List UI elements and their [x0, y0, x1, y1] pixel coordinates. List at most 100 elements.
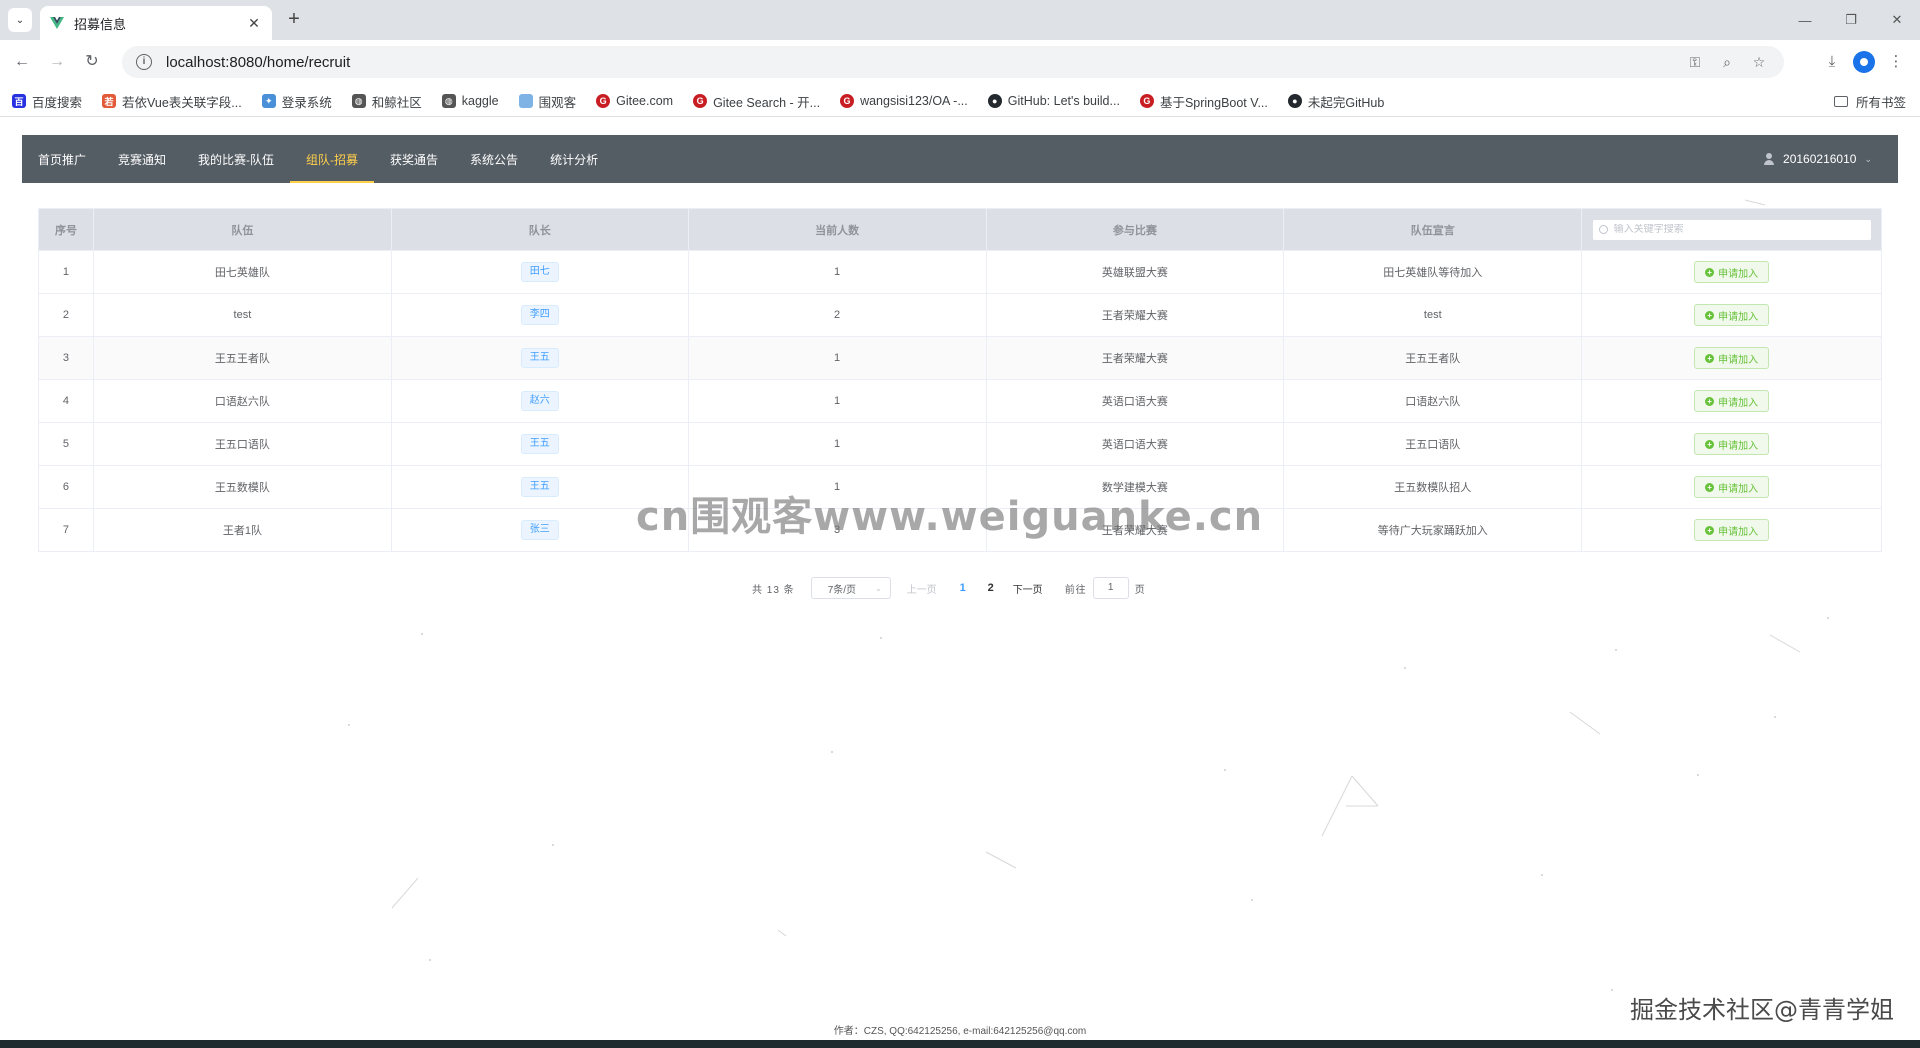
page-number-2[interactable]: 2: [977, 582, 1005, 594]
apply-join-button[interactable]: + 申请加入: [1694, 347, 1770, 369]
goto-page-input[interactable]: 1: [1092, 577, 1129, 599]
bookmark-item[interactable]: ● GitHub: Let's build...: [987, 94, 1120, 108]
bookmark-item[interactable]: 若若依Vue表关联字段...: [102, 92, 242, 111]
user-menu[interactable]: 20160216010 ⌄: [1763, 135, 1898, 183]
zoom-icon[interactable]: ⌕: [1716, 54, 1738, 71]
apply-join-button[interactable]: + 申请加入: [1694, 261, 1770, 283]
leader-cell: 王五: [392, 423, 689, 465]
chrome-divider: [0, 116, 1920, 117]
goto-label: 前往: [1064, 584, 1087, 596]
github-icon: ●: [987, 94, 1002, 108]
corner-watermark: 掘金技术社区@青青学姐: [1630, 996, 1894, 1024]
team-name: 田七英雄队: [94, 251, 392, 293]
back-button[interactable]: ←: [10, 50, 34, 74]
address-bar[interactable]: i localhost:8080/home/recruit ⚿ ⌕ ☆: [122, 46, 1784, 78]
bookmark-item[interactable]: G 基于SpringBoot V...: [1139, 92, 1268, 111]
apply-join-button[interactable]: + 申请加入: [1694, 304, 1770, 326]
leader-cell: 田七: [392, 251, 689, 293]
row-index: 1: [39, 251, 94, 293]
baidu-icon: 百: [12, 94, 26, 108]
nav-item-awards[interactable]: 获奖通告: [374, 135, 454, 183]
row-index: 6: [39, 466, 94, 508]
bookmark-star-icon[interactable]: ☆: [1748, 54, 1770, 71]
window-controls: — ❐ ✕: [1782, 0, 1920, 40]
nav-item-my-teams[interactable]: 我的比赛-队伍: [182, 135, 290, 183]
gitee-icon: G: [693, 94, 708, 108]
leader-tag: 王五: [520, 348, 559, 368]
table-header-row: 序号 队伍 队长 当前人数 参与比赛 队伍宣言: [39, 209, 1883, 251]
nav-item-home[interactable]: 首页推广: [22, 135, 102, 183]
password-key-icon[interactable]: ⚿: [1684, 54, 1706, 71]
site-info-icon[interactable]: i: [136, 54, 152, 70]
minimize-button[interactable]: —: [1782, 0, 1828, 40]
bookmark-item[interactable]: ✦ 登录系统: [261, 92, 332, 111]
tab-close-icon[interactable]: ✕: [246, 15, 262, 32]
team-name: 口语赵六队: [94, 380, 392, 422]
apply-join-button[interactable]: + 申请加入: [1694, 519, 1770, 541]
download-icon[interactable]: ⤓: [1816, 48, 1848, 76]
browser-tab[interactable]: 招募信息 ✕: [40, 6, 272, 40]
bookmark-item[interactable]: 围观客: [518, 92, 576, 111]
globe-icon: ◍: [441, 94, 456, 108]
plus-circle-icon: +: [1705, 482, 1715, 492]
action-cell: + 申请加入: [1582, 466, 1883, 508]
folder-icon: [1833, 95, 1848, 107]
column-header: 当前人数: [689, 209, 987, 250]
column-header: 队长: [392, 209, 689, 250]
apply-join-button[interactable]: + 申请加入: [1694, 390, 1770, 412]
leader-tag: 张三: [520, 520, 559, 540]
os-taskbar: [0, 1040, 1920, 1048]
prev-page-button[interactable]: 上一页: [907, 581, 937, 596]
contest-name: 英语口语大赛: [987, 423, 1285, 465]
close-window-button[interactable]: ✕: [1874, 0, 1920, 40]
menu-kebab-icon[interactable]: ⋮: [1880, 48, 1912, 76]
apply-join-button[interactable]: + 申请加入: [1694, 433, 1770, 455]
bookmark-item[interactable]: ◍ kaggle: [441, 94, 499, 108]
tab-title: 招募信息: [74, 16, 127, 32]
team-name: 王五口语队: [94, 423, 392, 465]
nav-item-contest-notice[interactable]: 竞赛通知: [102, 135, 182, 183]
bookmark-item[interactable]: ◍ 和鲸社区: [351, 92, 422, 111]
pagination: 共 13 条 7条/页 ⌄ 上一页 1 2 下一页 前往 1 页: [752, 576, 1145, 600]
page-size-select[interactable]: 7条/页 ⌄: [810, 577, 891, 599]
next-page-button[interactable]: 下一页: [1013, 581, 1043, 596]
username: 20160216010: [1783, 152, 1857, 166]
column-header: 序号: [39, 209, 94, 250]
keyword-search-box[interactable]: [1591, 218, 1872, 241]
bookmark-item[interactable]: ● 未起完GitHub: [1287, 92, 1384, 111]
globe-icon: ◍: [351, 94, 366, 108]
bookmark-item[interactable]: 百百度搜索: [12, 92, 82, 111]
reload-button[interactable]: ↻: [80, 50, 104, 74]
new-tab-button[interactable]: +: [282, 8, 306, 32]
table-row: 4 口语赵六队 赵六 1 英语口语大赛 口语赵六队 + 申请加入: [39, 380, 1883, 423]
table-row: 3 王五王者队 王五 1 王者荣耀大赛 王五王者队 + 申请加入: [39, 337, 1883, 380]
forward-button[interactable]: →: [45, 50, 69, 74]
team-slogan: 等待广大玩家踊跃加入: [1284, 509, 1583, 551]
page-number-1[interactable]: 1: [949, 582, 977, 594]
nav-item-recruit[interactable]: 组队-招募: [290, 135, 375, 183]
row-index: 3: [39, 337, 94, 379]
contest-name: 王者荣耀大赛: [987, 294, 1285, 336]
team-slogan: 王五王者队: [1284, 337, 1583, 379]
goto-suffix: 页: [1134, 584, 1145, 596]
profile-avatar[interactable]: [1853, 51, 1875, 73]
nav-item-statistics[interactable]: 统计分析: [534, 135, 614, 183]
bookmark-item[interactable]: G Gitee.com: [596, 94, 673, 108]
gitee-icon: G: [840, 94, 855, 108]
bookmarks-bar: 百百度搜索 若若依Vue表关联字段... ✦ 登录系统 ◍ 和鲸社区 ◍ kaggle…: [0, 88, 1920, 114]
tab-search-button[interactable]: ⌄: [8, 8, 32, 32]
nav-item-announcements[interactable]: 系统公告: [454, 135, 534, 183]
action-cell: + 申请加入: [1582, 337, 1883, 379]
apply-join-button[interactable]: + 申请加入: [1694, 476, 1770, 498]
gitee-icon: G: [596, 94, 611, 108]
bookmark-item[interactable]: G Gitee Search - 开...: [693, 92, 820, 111]
bookmark-item[interactable]: Gwangsisi123/OA -...: [840, 94, 968, 108]
column-header: 队伍宣言: [1284, 209, 1583, 250]
address-url[interactable]: localhost:8080/home/recruit: [166, 54, 1674, 71]
row-index: 5: [39, 423, 94, 465]
gitee-icon: G: [1139, 94, 1154, 108]
all-bookmarks-button[interactable]: 所有书签: [1833, 88, 1906, 114]
restore-button[interactable]: ❐: [1828, 0, 1874, 40]
leader-tag: 王五: [520, 477, 559, 497]
keyword-search-input[interactable]: [1613, 224, 1854, 235]
